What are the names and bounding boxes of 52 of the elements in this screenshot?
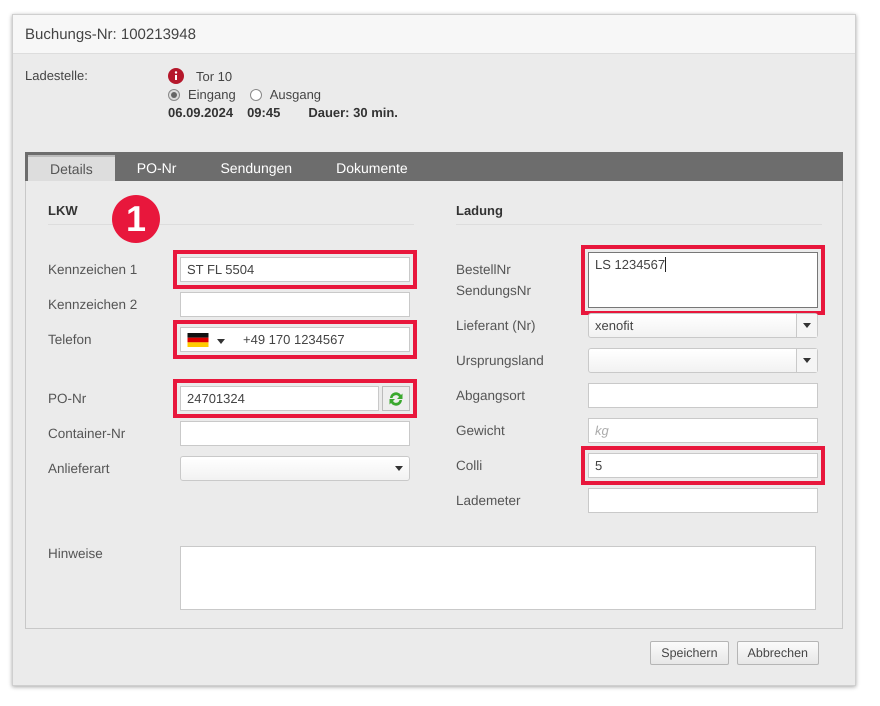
field-label: Container-Nr [48, 426, 126, 441]
tab[interactable]: Dokumente [314, 155, 430, 181]
phone-field[interactable]: +49 170 1234567 [180, 327, 410, 352]
input-field[interactable]: 24701324 [180, 386, 379, 411]
field-label: Colli [456, 458, 484, 473]
duration-text: Dauer: 30 min. [308, 105, 398, 120]
tab[interactable]: Sendungen [198, 155, 314, 181]
refresh-icon [387, 390, 405, 408]
input-field[interactable] [588, 383, 818, 408]
field-label: SendungsNr [456, 283, 532, 298]
field-label: Lademeter [456, 493, 522, 508]
field-label: Telefon [48, 332, 93, 347]
field-label: Ursprungsland [456, 353, 545, 368]
caret-icon [803, 323, 811, 328]
notes-field[interactable] [180, 546, 816, 610]
field-label: Kennzeichen 1 [48, 262, 138, 277]
input-field[interactable] [588, 488, 818, 513]
date-text: 06.09.2024 [168, 105, 234, 120]
field-label: PO-Nr [48, 391, 88, 406]
section-title: Ladung [456, 203, 822, 225]
input-field[interactable]: 5 [588, 453, 818, 478]
dialog-button[interactable]: Abbrechen [736, 641, 819, 665]
info-icon [168, 68, 184, 84]
input-field[interactable] [180, 421, 410, 446]
input-field[interactable] [180, 292, 410, 317]
combo-box[interactable] [588, 348, 818, 373]
location-text: Tor 10 [196, 68, 232, 84]
tab[interactable]: PO-Nr [114, 155, 198, 181]
input-field[interactable]: ST FL 5504 [180, 257, 410, 282]
field-label: Kennzeichen 2 [48, 297, 138, 312]
caret-icon [803, 358, 811, 363]
dialog-button[interactable]: Speichern [650, 641, 729, 665]
radio-option[interactable]: Ausgang [250, 87, 322, 102]
field-label: Anlieferart [48, 461, 111, 476]
flag-icon [187, 332, 209, 346]
tab[interactable]: Details [28, 155, 115, 181]
field-label: BestellNr [456, 262, 512, 277]
radio-option[interactable]: Eingang [168, 87, 236, 102]
dropdown[interactable] [180, 456, 410, 481]
field-label: Hinweise [48, 546, 104, 563]
field-label: Gewicht [456, 423, 506, 438]
refresh-button[interactable] [382, 386, 410, 411]
field-label: Lieferant (Nr) [456, 318, 537, 333]
combo-box[interactable]: xenofit [588, 313, 818, 338]
field-label: Abgangsort [456, 388, 526, 403]
step-badge: 1 [112, 195, 160, 243]
caret-icon [217, 339, 225, 344]
time-text: 09:45 [247, 105, 280, 120]
field-label: Ladestelle: [25, 68, 89, 85]
window-title: Buchungs-Nr: 100213948 [25, 26, 196, 42]
caret-icon [395, 466, 403, 471]
text-area[interactable]: LS 1234567 [588, 252, 818, 308]
